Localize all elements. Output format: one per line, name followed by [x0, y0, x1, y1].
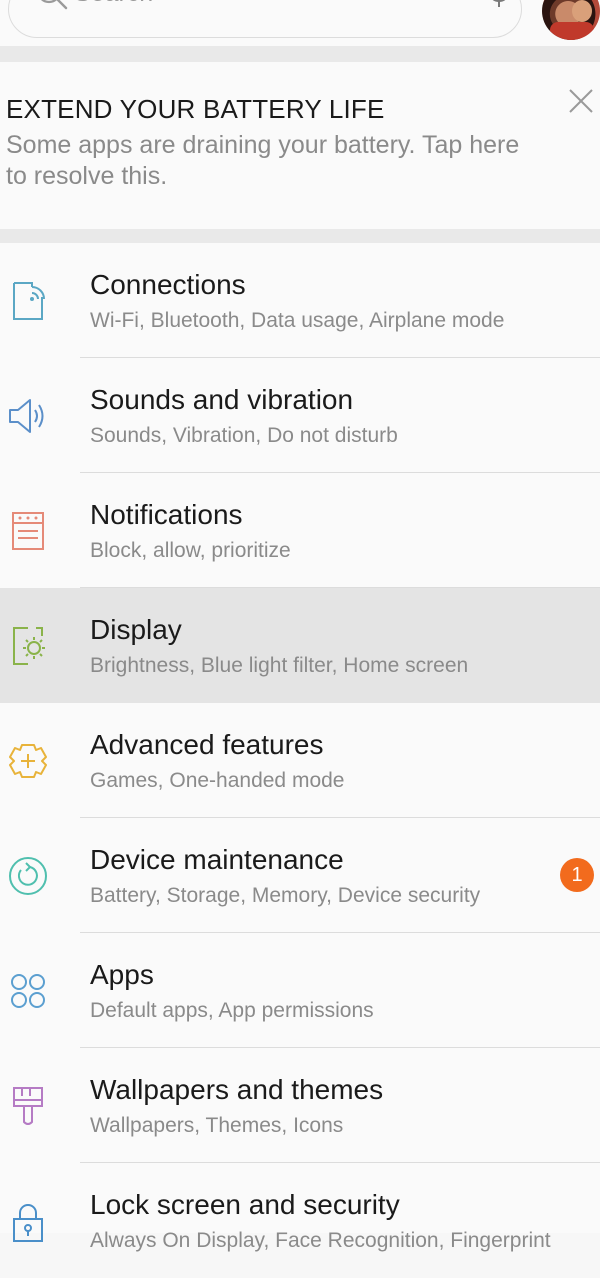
setting-subtitle: Games, One-handed mode [90, 769, 345, 792]
setting-sounds-and-vibration[interactable]: Sounds and vibration Sounds, Vibration, … [0, 358, 600, 473]
settings-list: Connections Wi-Fi, Bluetooth, Data usage… [0, 243, 600, 1252]
setting-subtitle: Default apps, App permissions [90, 999, 374, 1022]
close-icon[interactable] [568, 88, 594, 114]
setting-title: Display [90, 614, 182, 645]
avatar-shirt [550, 22, 594, 40]
connections-icon [13, 282, 45, 320]
setting-subtitle: Sounds, Vibration, Do not disturb [90, 424, 398, 447]
paintbrush-icon [13, 1087, 43, 1125]
avatar[interactable] [542, 0, 600, 40]
setting-wallpapers-and-themes[interactable]: Wallpapers and themes Wallpapers, Themes… [0, 1048, 600, 1163]
setting-title: Sounds and vibration [90, 384, 354, 415]
setting-lock-screen-and-security[interactable]: Lock screen and security Always On Displ… [0, 1163, 600, 1278]
setting-apps[interactable]: Apps Default apps, App permissions [0, 933, 600, 1048]
setting-display[interactable]: Display Brightness, Blue light filter, H… [0, 588, 600, 703]
battery-card-description: Some apps are draining your battery. Tap… [6, 131, 520, 190]
search-input[interactable]: Search [74, 0, 153, 8]
battery-suggestion-card[interactable]: EXTEND YOUR BATTERY LIFE Some apps are d… [0, 62, 600, 229]
apps-grid-icon [11, 974, 45, 1008]
search-area: Search [0, 0, 600, 46]
display-icon [13, 627, 45, 665]
search-icon [40, 0, 68, 10]
lock-icon [13, 1204, 43, 1242]
gear-plus-icon [9, 744, 47, 778]
notifications-icon [12, 512, 44, 550]
setting-title: Wallpapers and themes [90, 1074, 384, 1105]
setting-title: Advanced features [90, 729, 324, 760]
setting-notifications[interactable]: Notifications Block, allow, prioritize [0, 473, 600, 588]
setting-title: Notifications [90, 499, 243, 530]
setting-device-maintenance[interactable]: Device maintenance Battery, Storage, Mem… [0, 818, 600, 933]
search-bar[interactable]: Search [8, 0, 522, 38]
setting-subtitle: Block, allow, prioritize [90, 539, 291, 562]
avatar-face [572, 0, 592, 22]
setting-subtitle: Wi-Fi, Bluetooth, Data usage, Airplane m… [90, 309, 505, 332]
setting-title: Connections [90, 269, 246, 300]
battery-card-title: EXTEND YOUR BATTERY LIFE [6, 94, 385, 124]
setting-subtitle: Wallpapers, Themes, Icons [90, 1114, 344, 1137]
speaker-icon [9, 399, 44, 433]
section-gap [0, 229, 600, 243]
setting-subtitle: Brightness, Blue light filter, Home scre… [90, 654, 469, 677]
setting-title: Device maintenance [90, 844, 344, 875]
section-gap [0, 46, 600, 62]
notification-badge: 1 [560, 858, 594, 892]
microphone-icon[interactable] [486, 0, 512, 9]
setting-title: Apps [90, 959, 154, 990]
setting-advanced-features[interactable]: Advanced features Games, One-handed mode [0, 703, 600, 818]
setting-title: Lock screen and security [90, 1189, 400, 1220]
maintenance-icon [9, 857, 47, 895]
setting-subtitle: Battery, Storage, Memory, Device securit… [90, 884, 481, 907]
setting-connections[interactable]: Connections Wi-Fi, Bluetooth, Data usage… [0, 243, 600, 358]
